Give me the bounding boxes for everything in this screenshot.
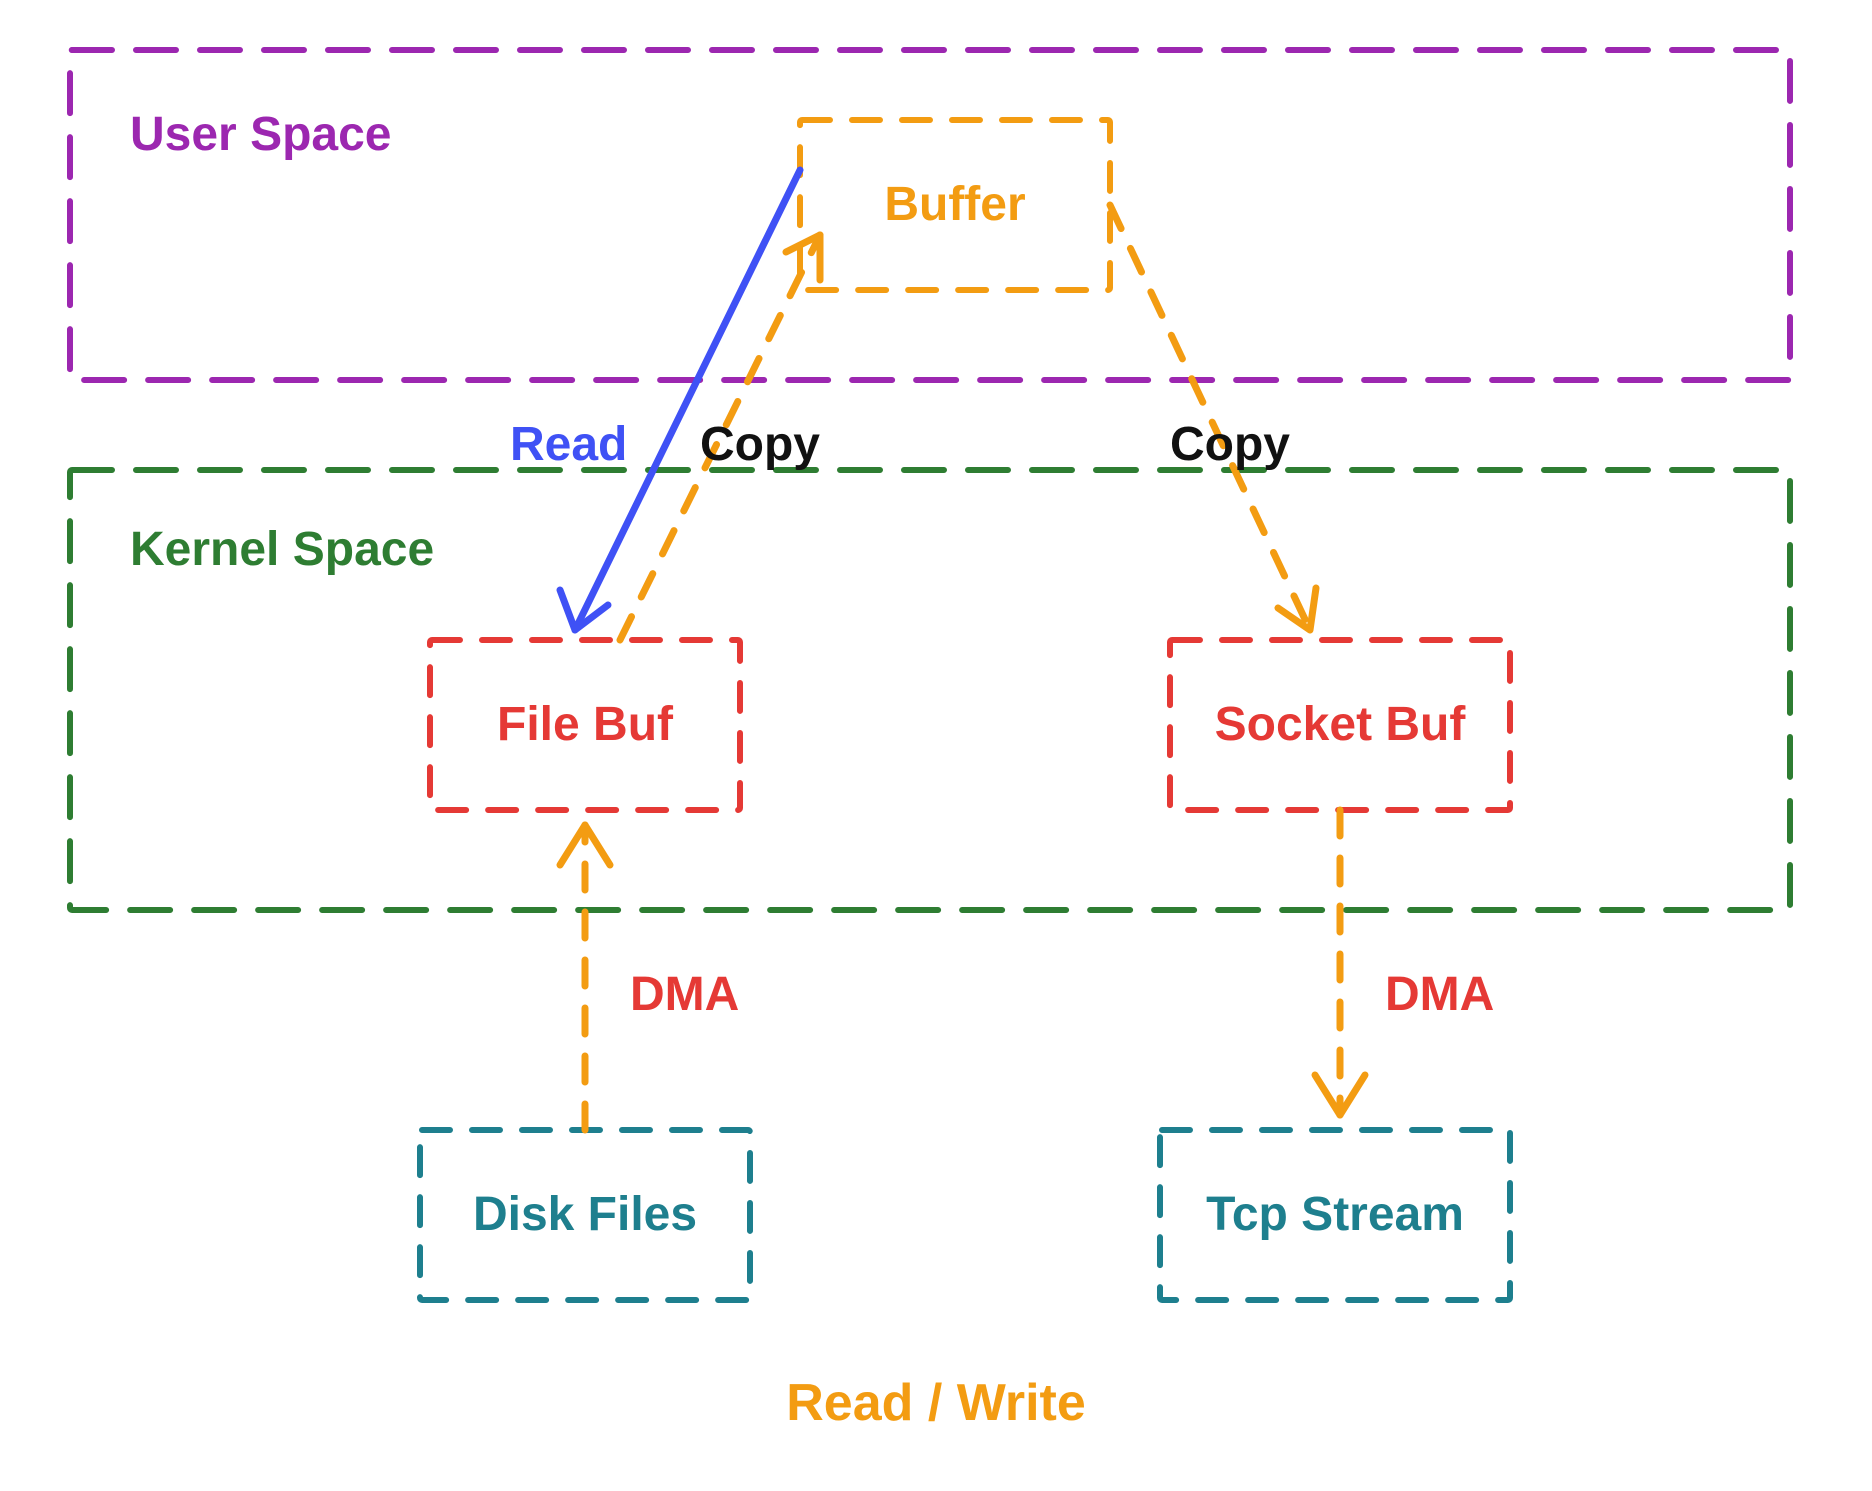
- socket-buf-label: Socket Buf: [1215, 698, 1467, 751]
- copy-label-2: Copy: [1170, 418, 1290, 471]
- copy-label-1: Copy: [700, 418, 820, 471]
- tcp-stream-label: Tcp Stream: [1206, 1188, 1464, 1241]
- read-arrow: [560, 170, 800, 630]
- dma-arrow-1: [560, 825, 610, 1130]
- user-space-label: User Space: [130, 108, 392, 161]
- dma-label-2: DMA: [1385, 968, 1494, 1021]
- disk-files-label: Disk Files: [473, 1188, 697, 1241]
- dma-label-1: DMA: [630, 968, 739, 1021]
- dma-arrow-2: [1315, 810, 1365, 1115]
- buffer-label: Buffer: [884, 178, 1025, 231]
- diagram: User Space Kernel Space Buffer File Buf …: [0, 0, 1872, 1491]
- read-label: Read: [510, 418, 627, 471]
- caption: Read / Write: [786, 1374, 1086, 1432]
- kernel-space-label: Kernel Space: [130, 523, 434, 576]
- file-buf-label: File Buf: [497, 698, 674, 751]
